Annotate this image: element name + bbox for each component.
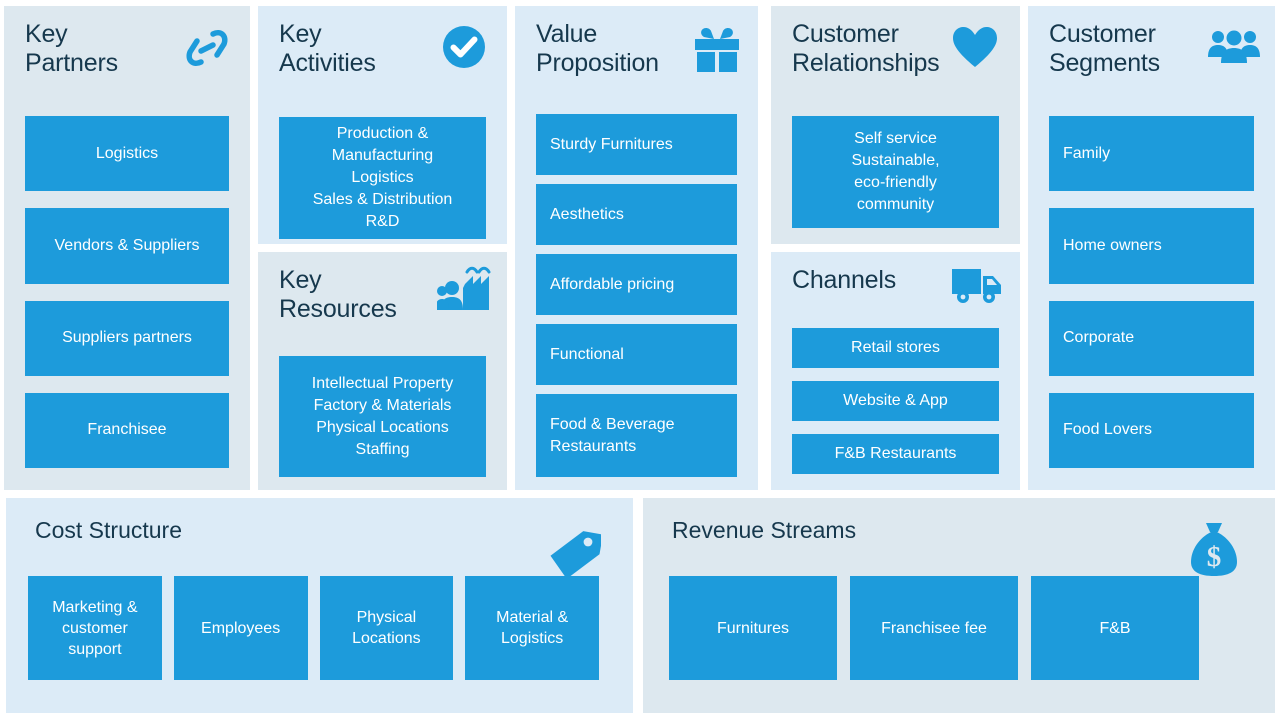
item-box[interactable]: F&B <box>1031 576 1199 680</box>
block-title: Key Resources <box>279 266 397 323</box>
block-customer-relationships[interactable]: Customer Relationships Self service Sust… <box>771 6 1020 244</box>
link-chain-icon <box>180 24 234 78</box>
block-header: Customer Segments <box>1028 6 1275 92</box>
item-box[interactable]: Aesthetics <box>536 184 737 245</box>
item-list: Intellectual Property Factory & Material… <box>279 356 486 477</box>
block-cost-structure[interactable]: Cost Structure Marketing & customer supp… <box>6 498 633 713</box>
heart-icon <box>948 26 1002 80</box>
item-box[interactable]: Production & Manufacturing Logistics Sal… <box>279 117 486 239</box>
item-box[interactable]: Vendors & Suppliers <box>25 208 229 284</box>
item-box[interactable]: Physical Locations <box>319 576 454 680</box>
block-header: Channels <box>771 252 1020 320</box>
item-box[interactable]: F&B Restaurants <box>792 434 999 474</box>
item-box[interactable]: Material & Logistics <box>465 576 599 680</box>
block-header: Customer Relationships <box>771 6 1020 92</box>
block-header: Key Activities <box>258 6 507 92</box>
item-box[interactable]: Franchisee <box>25 392 229 468</box>
block-channels[interactable]: Channels Retail stores Website & App F&B… <box>771 252 1020 490</box>
block-title: Cost Structure <box>35 517 182 543</box>
block-value-proposition[interactable]: Value Proposition Sturdy Furnitures Aest… <box>515 6 758 490</box>
item-list: Marketing & customer support Employees P… <box>28 576 599 680</box>
block-revenue-streams[interactable]: Revenue Streams $ Furnitures Franchisee … <box>643 498 1275 713</box>
svg-text:$: $ <box>1207 541 1222 573</box>
item-list: Sturdy Furnitures Aesthetics Affordable … <box>536 114 737 477</box>
item-box[interactable]: Intellectual Property Factory & Material… <box>279 356 486 477</box>
block-key-partners[interactable]: Key Partners Logistics Vendors & Supplie… <box>4 6 250 490</box>
item-box[interactable]: Marketing & customer support <box>28 576 162 680</box>
block-header: Value Proposition <box>515 6 758 92</box>
item-box[interactable]: Family <box>1049 116 1254 192</box>
business-model-canvas: Key Partners Logistics Vendors & Supplie… <box>0 0 1279 719</box>
item-box[interactable]: Food Lovers <box>1049 392 1254 468</box>
item-box[interactable]: Employees <box>173 576 308 680</box>
item-box[interactable]: Food & Beverage Restaurants <box>536 394 737 477</box>
item-box[interactable]: Suppliers partners <box>25 300 229 376</box>
block-customer-segments[interactable]: Customer Segments Family Home owners Cor <box>1028 6 1275 490</box>
block-title: Customer Relationships <box>792 20 940 77</box>
factory-people-icon <box>437 266 491 320</box>
delivery-truck-icon <box>950 264 1004 318</box>
block-header: Key Resources <box>258 252 507 338</box>
item-list: Retail stores Website & App F&B Restaura… <box>792 328 999 474</box>
item-box[interactable]: Corporate <box>1049 300 1254 376</box>
block-title: Value Proposition <box>536 20 659 77</box>
block-title: Key Partners <box>25 20 118 77</box>
item-box[interactable]: Self service Sustainable, eco-friendly c… <box>792 116 999 228</box>
item-box[interactable]: Functional <box>536 324 737 385</box>
block-title: Channels <box>792 266 897 294</box>
item-box[interactable]: Website & App <box>792 381 999 421</box>
block-key-activities[interactable]: Key Activities Production & Manufacturin… <box>258 6 507 244</box>
block-key-resources[interactable]: Key Resources Intellectual Property Fact… <box>258 252 507 490</box>
block-header: Key Partners <box>4 6 250 92</box>
item-list: Family Home owners Corporate Food Lovers <box>1049 116 1254 468</box>
item-box[interactable]: Sturdy Furnitures <box>536 114 737 175</box>
item-list: Logistics Vendors & Suppliers Suppliers … <box>25 116 229 468</box>
item-list: Self service Sustainable, eco-friendly c… <box>792 116 999 228</box>
item-box[interactable]: Furnitures <box>669 576 837 680</box>
check-circle-icon <box>437 24 491 78</box>
item-list: Production & Manufacturing Logistics Sal… <box>279 117 486 239</box>
item-box[interactable]: Home owners <box>1049 208 1254 284</box>
people-group-icon <box>1207 28 1261 82</box>
gift-icon <box>690 26 744 80</box>
item-box[interactable]: Retail stores <box>792 328 999 368</box>
block-title: Customer Segments <box>1049 20 1160 77</box>
block-title: Key Activities <box>279 20 376 77</box>
block-title: Revenue Streams <box>672 517 857 543</box>
item-box[interactable]: Affordable pricing <box>536 254 737 315</box>
item-box[interactable]: Logistics <box>25 116 229 192</box>
money-bag-icon: $ <box>1189 520 1249 580</box>
item-list: Furnitures Franchisee fee F&B <box>669 576 1199 680</box>
item-box[interactable]: Franchisee fee <box>850 576 1018 680</box>
